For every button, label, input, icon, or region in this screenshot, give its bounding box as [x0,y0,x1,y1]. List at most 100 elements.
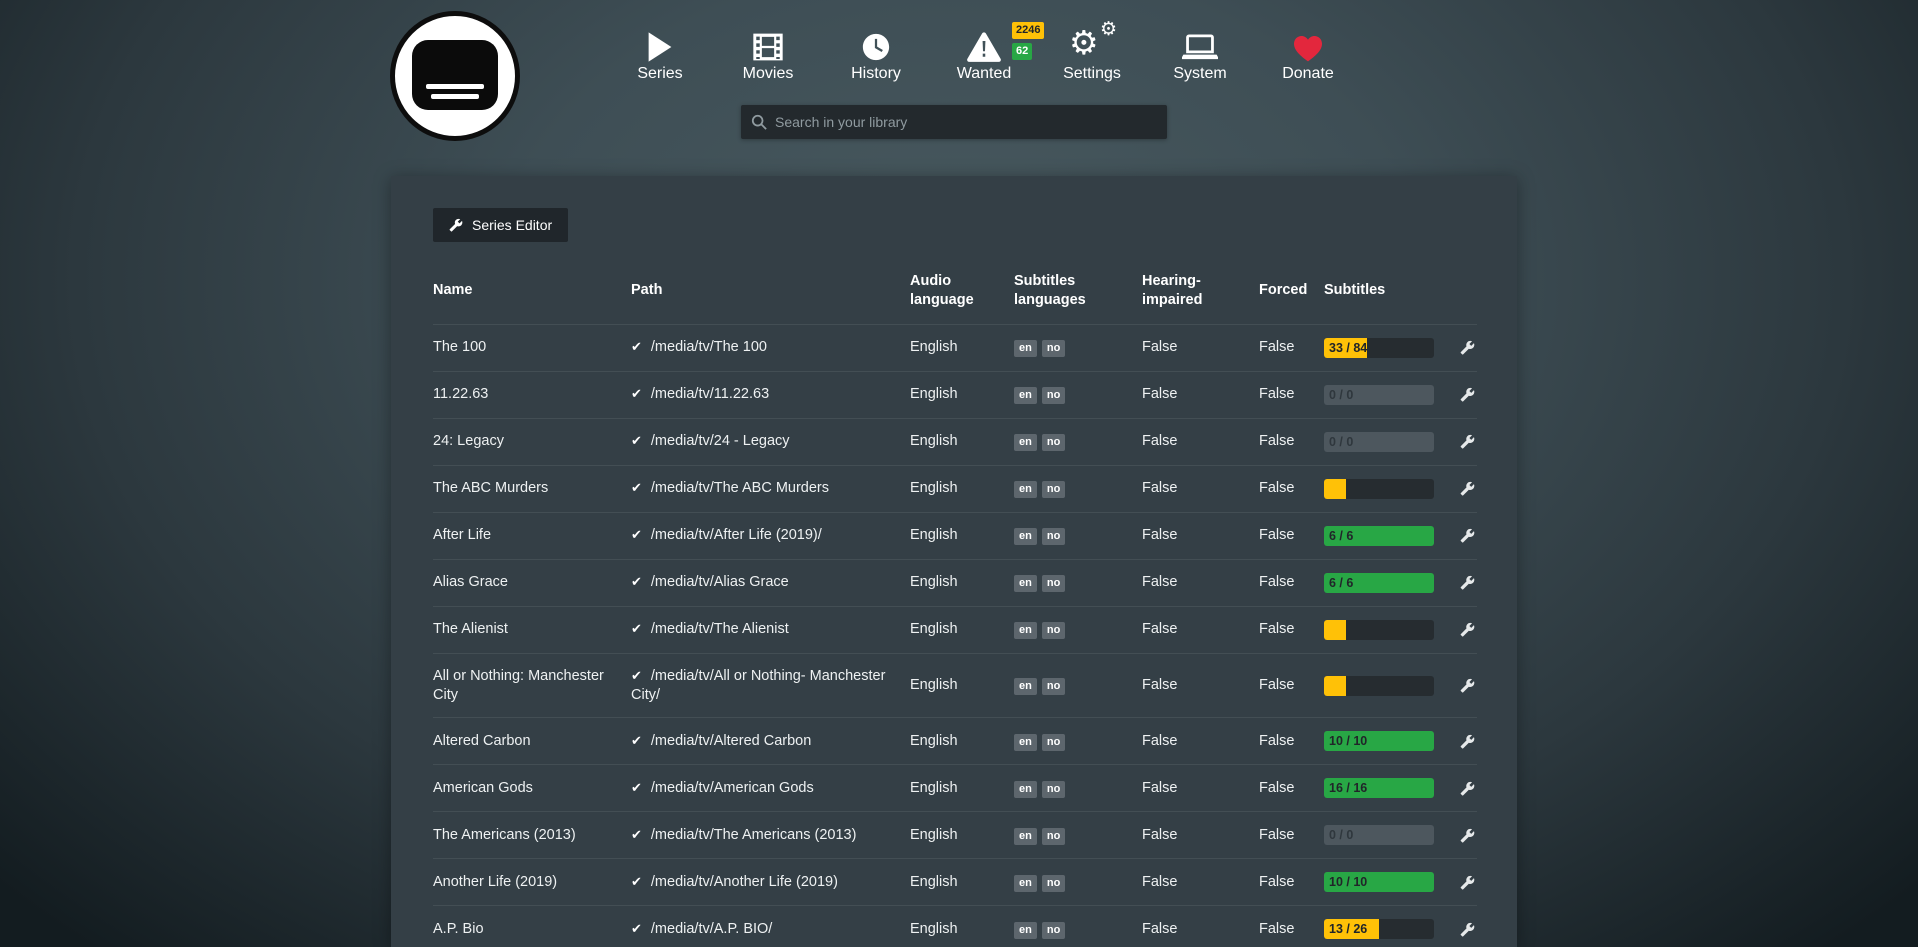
nav-label: History [851,65,901,83]
edit-series-button[interactable] [1458,526,1477,545]
series-name: After Life [433,526,631,545]
table-row: Altered Carbon✔/media/tv/Altered CarbonE… [433,717,1477,764]
audio-language: English [910,779,1014,798]
series-editor-button[interactable]: Series Editor [433,208,568,242]
column-header-subtitles: Subtitles [1324,281,1444,300]
edit-series-button[interactable] [1458,732,1477,751]
subtitles-languages: enno [1014,338,1142,357]
row-actions [1444,620,1477,639]
nav-system[interactable]: System [1146,22,1254,83]
library-search [741,105,1167,139]
series-name: All or Nothing: Manchester City [433,667,631,705]
edit-series-button[interactable] [1458,620,1477,639]
bazarr-logo[interactable] [390,11,520,141]
column-header-path: Path [631,281,910,300]
column-header-languages: Subtitles languages [1014,272,1142,310]
edit-series-button[interactable] [1458,432,1477,451]
wrench-icon [1460,734,1475,749]
language-badge: no [1042,622,1065,639]
subtitles-progress-cell: 13 / 26 [1324,919,1444,939]
logo-card [412,40,498,110]
series-path: /media/tv/The Alienist [651,621,789,637]
subtitles-progress: 6 / 6 [1324,573,1434,593]
row-actions [1444,526,1477,545]
forced-value: False [1259,873,1324,892]
search-input[interactable] [775,114,1157,130]
subtitles-languages: enno [1014,732,1142,751]
row-actions [1444,873,1477,892]
nav-movies[interactable]: Movies [714,22,822,83]
series-name: The Alienist [433,620,631,639]
edit-series-button[interactable] [1458,779,1477,798]
series-name: The 100 [433,338,631,357]
hearing-impaired-value: False [1142,779,1259,798]
forced-value: False [1259,779,1324,798]
edit-series-button[interactable] [1458,385,1477,404]
series-path: /media/tv/The ABC Murders [651,480,829,496]
language-badge: en [1014,387,1037,404]
series-path-cell: ✔/media/tv/A.P. BIO/ [631,920,910,939]
series-name: Alias Grace [433,573,631,592]
nav-label: Movies [743,65,794,83]
forced-value: False [1259,826,1324,845]
row-actions [1444,920,1477,939]
edit-series-button[interactable] [1458,920,1477,939]
table-row: All or Nothing: Manchester City✔/media/t… [433,653,1477,718]
edit-series-button[interactable] [1458,873,1477,892]
audio-language: English [910,338,1014,357]
series-path-cell: ✔/media/tv/Altered Carbon [631,732,910,751]
row-actions [1444,479,1477,498]
wrench-icon [1460,528,1475,543]
nav-donate[interactable]: Donate [1254,22,1362,83]
language-badge: en [1014,481,1037,498]
edit-series-button[interactable] [1458,338,1477,357]
clock-icon [861,22,891,62]
nav-series[interactable]: Series [606,22,714,83]
language-badge: en [1014,528,1037,545]
logo-subtitle-line [426,84,484,89]
table-row: Alias Grace✔/media/tv/Alias GraceEnglish… [433,559,1477,606]
wrench-icon [449,218,463,232]
hearing-impaired-value: False [1142,526,1259,545]
subtitles-progress: 10 / 10 [1324,872,1434,892]
series-name: The ABC Murders [433,479,631,498]
nav-history[interactable]: History [822,22,930,83]
series-path-cell: ✔/media/tv/After Life (2019)/ [631,526,910,545]
wrench-icon [1460,340,1475,355]
audio-language: English [910,526,1014,545]
series-path: /media/tv/The Americans (2013) [651,827,857,843]
forced-value: False [1259,573,1324,592]
wrench-icon [1460,678,1475,693]
edit-series-button[interactable] [1458,826,1477,845]
subtitles-languages: enno [1014,920,1142,939]
warning-triangle-icon [967,22,1001,62]
subtitles-progress-cell: 0 / 0 [1324,432,1444,452]
hearing-impaired-value: False [1142,385,1259,404]
nav-wanted[interactable]: 2246 62 Wanted [930,22,1038,83]
edit-series-button[interactable] [1458,479,1477,498]
nav-settings[interactable]: ⚙⚙ Settings [1038,22,1146,83]
subtitles-languages: enno [1014,479,1142,498]
wrench-icon [1460,622,1475,637]
hearing-impaired-value: False [1142,676,1259,695]
row-actions [1444,338,1477,357]
edit-series-button[interactable] [1458,573,1477,592]
series-path-cell: ✔/media/tv/The 100 [631,338,910,357]
bazarr-series-page: { "header": { "nav": [ { "label": "Serie… [0,0,1918,947]
subtitles-languages: enno [1014,826,1142,845]
subtitles-count: 0 / 0 [1329,432,1353,452]
check-icon: ✔ [631,828,642,843]
language-badge: en [1014,340,1037,357]
edit-series-button[interactable] [1458,676,1477,695]
row-actions [1444,432,1477,451]
series-path: /media/tv/A.P. BIO/ [651,921,772,937]
language-badge: en [1014,922,1037,939]
series-table: Name Path Audio language Subtitles langu… [433,272,1477,947]
series-path: /media/tv/All or Nothing- Manchester Cit… [631,668,885,703]
table-row: The Americans (2013)✔/media/tv/The Ameri… [433,811,1477,858]
language-badge: en [1014,622,1037,639]
series-name: A.P. Bio [433,920,631,939]
hearing-impaired-value: False [1142,573,1259,592]
audio-language: English [910,732,1014,751]
series-table-body: The 100✔/media/tv/The 100EnglishennoFals… [433,324,1477,947]
